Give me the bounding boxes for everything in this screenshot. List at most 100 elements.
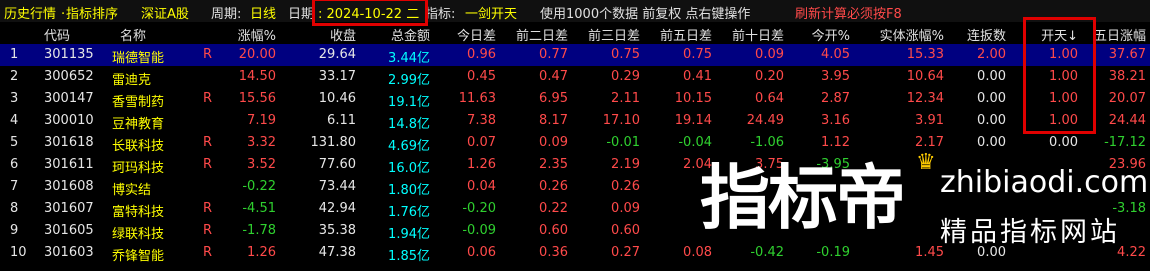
- cell-code: 301603: [44, 245, 94, 260]
- col-close[interactable]: 收盘: [300, 25, 356, 44]
- cell-name: 博实结: [112, 183, 152, 198]
- cell-r: R: [203, 157, 213, 172]
- cell-w5: -17.12: [1104, 135, 1146, 150]
- cell-name: 长联科技: [112, 139, 165, 154]
- cell-d3: 17.10: [602, 113, 640, 128]
- cell-close: 47.38: [318, 245, 356, 260]
- cell-n: 3: [10, 91, 19, 106]
- cell-d2: 0.26: [539, 179, 568, 194]
- cell-d2: 8.17: [539, 113, 568, 128]
- cell-chg: 15.56: [238, 91, 276, 106]
- cell-lb: 0.00: [977, 135, 1006, 150]
- cell-close: 33.17: [318, 69, 356, 84]
- cell-n: 2: [10, 69, 19, 84]
- cell-body: 10.64: [906, 69, 944, 84]
- cell-d5: 19.14: [674, 113, 712, 128]
- table-row[interactable]: 3 300147 香雪制药 R 15.56 10.46 19.1亿 11.63 6.95 2.11…: [0, 88, 1150, 110]
- cell-d0: -0.09: [462, 223, 496, 238]
- cell-code: 301618: [44, 135, 94, 150]
- cell-r: R: [203, 135, 213, 150]
- watermark-url: zhibiaodi.com: [940, 165, 1149, 200]
- cell-d3: 0.75: [611, 47, 640, 62]
- cell-body: 2.17: [915, 135, 944, 150]
- cell-amt: 1.85亿: [388, 249, 430, 264]
- cell-close: 131.80: [310, 135, 357, 150]
- cell-d5: 0.41: [683, 69, 712, 84]
- cell-d10: 0.64: [755, 91, 784, 106]
- cell-chg: 1.26: [247, 245, 276, 260]
- col-diff-2d[interactable]: 前二日差: [500, 25, 568, 44]
- table-row[interactable]: 2 300652 雷迪克 14.50 33.17 2.99亿 0.45 0.47 0.29 0.4…: [0, 66, 1150, 88]
- cell-code: 300010: [44, 113, 94, 128]
- cell-d3: -0.01: [606, 135, 640, 150]
- col-amount[interactable]: 总金额: [368, 25, 430, 44]
- kaitian-highlight-box: [1023, 17, 1096, 134]
- cell-body: 12.34: [906, 91, 944, 106]
- col-diff-10d[interactable]: 前十日差: [716, 25, 784, 44]
- col-diff-3d[interactable]: 前三日差: [572, 25, 640, 44]
- watermark-slogan: 精品指标网站: [940, 217, 1120, 248]
- cell-name: 珂玛科技: [112, 161, 165, 176]
- cell-name: 香雪制药: [112, 95, 165, 110]
- tab-history[interactable]: 历史行情: [4, 3, 56, 22]
- cell-amt: 1.80亿: [388, 183, 430, 198]
- cell-n: 6: [10, 157, 19, 172]
- cell-body: 1.45: [915, 245, 944, 260]
- table-row[interactable]: 4 300010 豆神教育 7.19 6.11 14.8亿 7.38 8.17 17.10 19.…: [0, 110, 1150, 132]
- cell-body: 3.91: [915, 113, 944, 128]
- cell-r: R: [203, 201, 213, 216]
- col-board-count[interactable]: 连扳数: [950, 25, 1006, 44]
- cell-code: 301607: [44, 201, 94, 216]
- cell-amt: 1.94亿: [388, 227, 430, 242]
- cell-chg: 14.50: [238, 69, 276, 84]
- tab-indicator-sort[interactable]: 指标排序: [66, 3, 118, 22]
- period-value[interactable]: 日线: [250, 3, 276, 22]
- cell-d2: 0.22: [539, 201, 568, 216]
- cell-d3: 0.26: [611, 179, 640, 194]
- cell-d5: 0.08: [683, 245, 712, 260]
- col-open-pct[interactable]: 今开%: [794, 25, 850, 44]
- cell-n: 9: [10, 223, 19, 238]
- cell-lb: 2.00: [977, 47, 1006, 62]
- cell-d10: 0.20: [755, 69, 784, 84]
- cell-name: 绿联科技: [112, 227, 165, 242]
- cell-d2: 0.09: [539, 135, 568, 150]
- cell-close: 35.38: [318, 223, 356, 238]
- market-selector[interactable]: 深证A股: [141, 3, 189, 22]
- cell-code: 301611: [44, 157, 94, 172]
- cell-close: 10.46: [318, 91, 356, 106]
- cell-close: 73.44: [318, 179, 356, 194]
- col-change-pct[interactable]: 涨幅%: [220, 25, 276, 44]
- col-name[interactable]: 名称: [120, 25, 160, 44]
- cell-body: 15.33: [906, 47, 944, 62]
- cell-d10: 0.09: [755, 47, 784, 62]
- cell-d0: 0.06: [467, 245, 496, 260]
- table-row[interactable]: 5 301618 长联科技 R 3.32 131.80 4.69亿 0.07 0.09 -0.01…: [0, 132, 1150, 154]
- cell-d0: 7.38: [467, 113, 496, 128]
- cell-r: R: [203, 47, 213, 62]
- cell-r: R: [203, 245, 213, 260]
- cell-d3: 2.19: [611, 157, 640, 172]
- col-code[interactable]: 代码: [44, 25, 94, 44]
- cell-d2: 0.36: [539, 245, 568, 260]
- crown-icon: ♛: [916, 150, 936, 175]
- date-label: 日期: [288, 7, 315, 22]
- col-diff-today[interactable]: 今日差: [440, 25, 496, 44]
- cell-open: 3.16: [821, 113, 850, 128]
- cell-d0: -0.20: [462, 201, 496, 216]
- col-body-pct[interactable]: 实体涨幅%: [858, 25, 944, 44]
- cell-chg: -0.22: [242, 179, 276, 194]
- table-row[interactable]: 1 301135 瑞德智能 R 20.00 29.64 3.44亿 0.96 0.77 0.75 0…: [0, 44, 1150, 66]
- cell-amt: 4.69亿: [388, 139, 430, 154]
- title-bar: 历史行情 . 指标排序 深证A股 周期: 日线 日期 : 2024-10-22 …: [0, 0, 1150, 22]
- cell-d0: 0.45: [467, 69, 496, 84]
- cell-name: 富特科技: [112, 205, 165, 220]
- cell-d5: 10.15: [674, 91, 712, 106]
- cell-open: 4.05: [821, 47, 850, 62]
- cell-d2: 0.77: [539, 47, 568, 62]
- cell-chg: 7.19: [247, 113, 276, 128]
- indicator-value[interactable]: 一剑开天: [465, 3, 517, 22]
- cell-chg: 3.32: [247, 135, 276, 150]
- col-diff-5d[interactable]: 前五日差: [644, 25, 712, 44]
- cell-n: 8: [10, 201, 19, 216]
